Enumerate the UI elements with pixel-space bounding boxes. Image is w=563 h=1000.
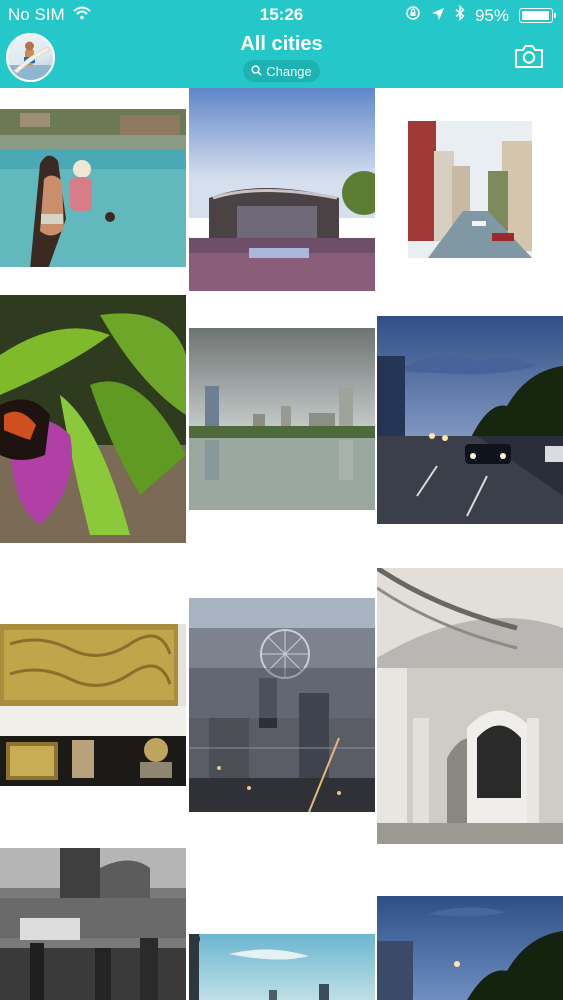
wifi-icon bbox=[73, 5, 91, 25]
photo-tile[interactable] bbox=[189, 88, 375, 291]
search-icon bbox=[251, 64, 262, 79]
battery-percent: 95% bbox=[474, 5, 509, 25]
battery-level bbox=[522, 11, 549, 20]
change-city-button[interactable]: Change bbox=[243, 60, 320, 82]
photo-tile[interactable] bbox=[377, 896, 563, 1000]
page-title: All cities bbox=[240, 33, 323, 55]
location-arrow-icon bbox=[431, 6, 445, 26]
carrier-label: No SIM bbox=[8, 5, 65, 24]
photo-tile[interactable] bbox=[0, 109, 186, 267]
status-bar: 15:26 No SIM 95% bbox=[0, 0, 563, 30]
battery-icon bbox=[519, 8, 556, 23]
photo-tile[interactable] bbox=[189, 598, 375, 812]
rotation-lock-icon bbox=[405, 5, 421, 26]
photo-tile[interactable] bbox=[0, 295, 186, 543]
bluetooth-icon bbox=[455, 4, 465, 26]
photo-tile[interactable] bbox=[0, 624, 186, 786]
camera-icon bbox=[513, 45, 545, 76]
photo-tile[interactable] bbox=[408, 121, 532, 258]
photo-tile[interactable] bbox=[377, 568, 563, 844]
camera-button[interactable] bbox=[513, 40, 545, 72]
photo-tile[interactable] bbox=[0, 848, 186, 1000]
photo-tile[interactable] bbox=[189, 328, 375, 510]
photo-tile[interactable] bbox=[377, 316, 563, 524]
photo-grid bbox=[0, 88, 563, 1000]
change-label: Change bbox=[266, 63, 312, 79]
photo-tile[interactable] bbox=[189, 934, 375, 1000]
top-bar: 15:26 No SIM 95% All cities Change bbox=[0, 0, 563, 88]
